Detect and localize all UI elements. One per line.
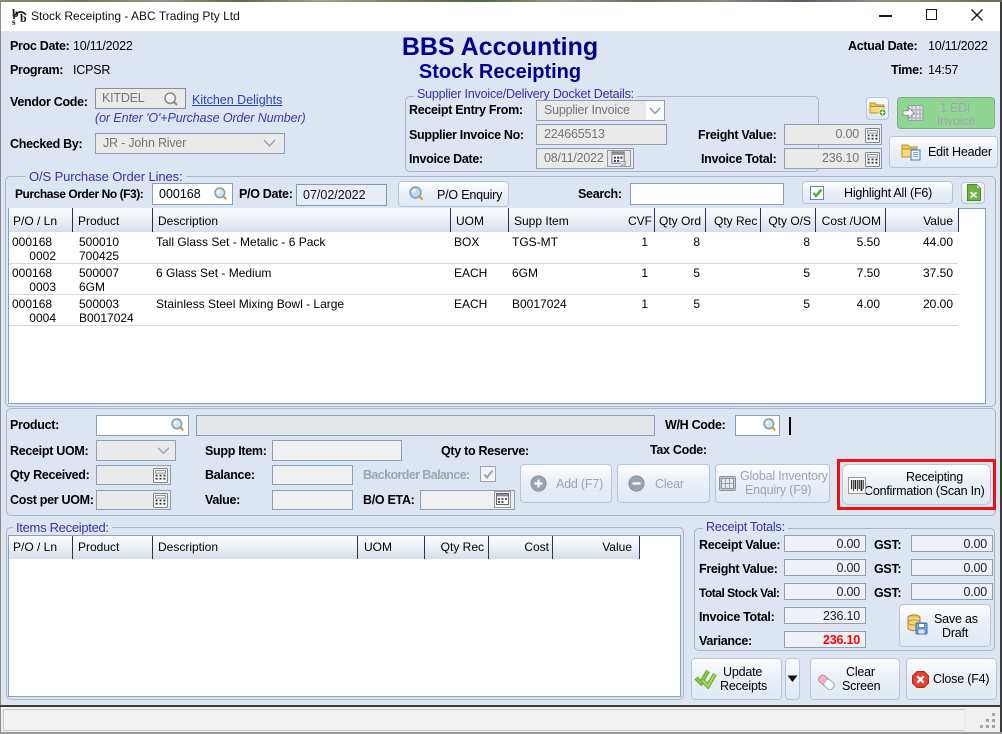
- svg-text:b: b: [20, 11, 27, 25]
- svg-text:s: s: [12, 17, 16, 27]
